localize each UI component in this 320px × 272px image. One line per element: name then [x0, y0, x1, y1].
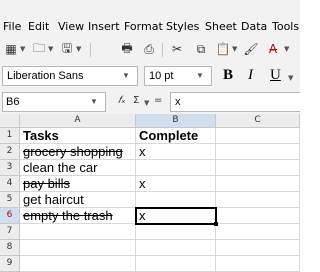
menu-format[interactable]: Format [124, 20, 163, 33]
italic-button[interactable]: I [248, 67, 253, 84]
formula-input[interactable]: x [170, 92, 300, 112]
column-header-c[interactable]: C [216, 114, 300, 128]
grid-icon[interactable]: ▦ [2, 40, 20, 58]
open-folder-icon[interactable]: 🗀 [30, 40, 48, 58]
standard-toolbar: ▦ ▼ 🗀 ▼ 🖫 ▼ 🖶 ⎙ ✂ ⧉ 📋 ▼ 🖌 A̶ ▼ [0, 36, 300, 64]
cut-icon[interactable]: ✂ [168, 40, 186, 58]
menu-insert[interactable]: Insert [88, 20, 120, 33]
cell-a8[interactable] [20, 240, 136, 256]
menu-file[interactable]: File [3, 20, 21, 33]
paste-icon[interactable]: 📋 [214, 40, 232, 58]
clone-formatting-icon[interactable]: 🖌 [242, 40, 260, 58]
chevron-down-icon[interactable]: ▼ [84, 94, 104, 110]
row-header[interactable]: 6 [0, 208, 20, 224]
fill-handle[interactable] [214, 222, 218, 226]
bold-button[interactable]: B [223, 67, 233, 84]
spreadsheet-grid: A B C 1 Tasks Complete 2 grocery shoppin… [0, 114, 300, 272]
chevron-down-icon[interactable]: ▼ [76, 45, 81, 53]
row-header[interactable]: 3 [0, 160, 20, 176]
cell-a1[interactable]: Tasks [20, 128, 136, 144]
underline-button[interactable]: U [270, 67, 281, 84]
font-name-value: Liberation Sans [7, 70, 84, 82]
print-icon[interactable]: 🖶 [118, 40, 136, 58]
row-header[interactable]: 4 [0, 176, 20, 192]
cell-a2[interactable]: grocery shopping [20, 144, 136, 160]
menu-tools[interactable]: Tools [272, 20, 299, 33]
cell-c8[interactable] [216, 240, 300, 256]
select-all-corner[interactable] [0, 114, 20, 128]
cell-b3[interactable] [136, 160, 216, 176]
cell-a3[interactable]: clean the car [20, 160, 136, 176]
formula-value: x [175, 96, 181, 108]
chevron-down-icon[interactable]: ▼ [20, 45, 25, 53]
cell-c1[interactable] [216, 128, 300, 144]
chevron-down-icon[interactable]: ▼ [116, 68, 136, 84]
chevron-down-icon[interactable]: ▼ [284, 45, 289, 53]
menu-view[interactable]: View [58, 20, 84, 33]
column-header-b[interactable]: B [136, 114, 216, 128]
cell-b2[interactable]: x [136, 144, 216, 160]
row-header[interactable]: 9 [0, 256, 20, 272]
cell-c6[interactable] [216, 208, 300, 224]
print-preview-icon[interactable]: ⎙ [140, 40, 158, 58]
cell-reference: B6 [6, 96, 20, 108]
formula-bar: B6 ▼ 𝑓ₓ Σ ▼ = x [0, 88, 300, 114]
chevron-down-icon[interactable]: ▼ [190, 68, 210, 84]
cell-a4[interactable]: pay bills [20, 176, 136, 192]
equals-icon[interactable]: = [154, 95, 162, 106]
clear-formatting-icon[interactable]: A̶ [264, 40, 282, 58]
cell-c7[interactable] [216, 224, 300, 240]
cell-b5[interactable] [136, 192, 216, 208]
menu-bar: File Edit View Insert Format Styles Shee… [0, 0, 300, 36]
column-header-a[interactable]: A [20, 114, 136, 128]
function-wizard-icon[interactable]: 𝑓ₓ [118, 95, 126, 106]
menu-edit[interactable]: Edit [28, 20, 49, 33]
sum-icon[interactable]: Σ [133, 95, 139, 106]
row-header[interactable]: 7 [0, 224, 20, 240]
toolbar-separator [90, 43, 91, 57]
cell-b4[interactable]: x [136, 176, 216, 192]
font-name-box[interactable]: Liberation Sans ▼ [2, 66, 138, 86]
formatting-toolbar: Liberation Sans ▼ 10 pt ▼ B I U ▼ [0, 64, 300, 88]
font-size-value: 10 pt [149, 70, 174, 82]
cell-a7[interactable] [20, 224, 136, 240]
row-header[interactable]: 5 [0, 192, 20, 208]
cell-b7[interactable] [136, 224, 216, 240]
row-header[interactable]: 2 [0, 144, 20, 160]
cell-c9[interactable] [216, 256, 300, 272]
save-icon[interactable]: 🖫 [58, 40, 76, 58]
cell-b9[interactable] [136, 256, 216, 272]
cell-a5[interactable]: get haircut [20, 192, 136, 208]
cell-c2[interactable] [216, 144, 300, 160]
chevron-down-icon[interactable]: ▼ [232, 45, 237, 53]
cell-b6[interactable]: x [136, 208, 216, 224]
row-header[interactable]: 1 [0, 128, 20, 144]
menu-styles[interactable]: Styles [166, 20, 199, 33]
toolbar-separator [162, 43, 163, 57]
cell-b8[interactable] [136, 240, 216, 256]
chevron-down-icon[interactable]: ▼ [48, 45, 53, 53]
font-size-box[interactable]: 10 pt ▼ [144, 66, 212, 86]
copy-icon[interactable]: ⧉ [192, 40, 210, 58]
chevron-down-icon[interactable]: ▼ [288, 74, 293, 82]
cell-a9[interactable] [20, 256, 136, 272]
cell-c5[interactable] [216, 192, 300, 208]
cell-b1[interactable]: Complete [136, 128, 216, 144]
menu-sheet[interactable]: Sheet [205, 20, 237, 33]
cell-c3[interactable] [216, 160, 300, 176]
cell-c4[interactable] [216, 176, 300, 192]
menu-data[interactable]: Data [241, 20, 267, 33]
name-box[interactable]: B6 ▼ [2, 92, 106, 112]
cell-a6[interactable]: empty the trash [20, 208, 136, 224]
row-header[interactable]: 8 [0, 240, 20, 256]
chevron-down-icon[interactable]: ▼ [144, 99, 149, 107]
